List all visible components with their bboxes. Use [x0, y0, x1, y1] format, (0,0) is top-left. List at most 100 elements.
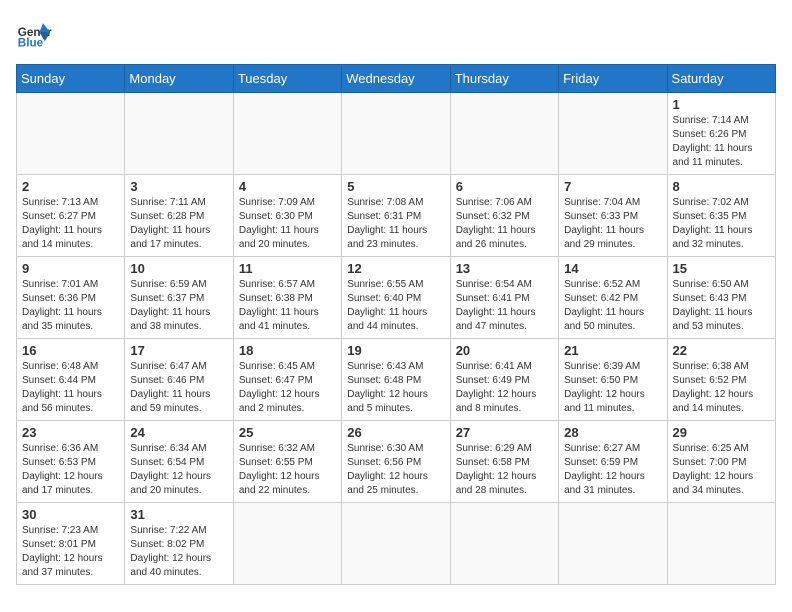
day-number: 24 — [130, 425, 227, 440]
day-content: Sunrise: 7:01 AM Sunset: 6:36 PM Dayligh… — [22, 278, 119, 334]
day-content: Sunrise: 6:57 AM Sunset: 6:38 PM Dayligh… — [239, 278, 336, 334]
calendar-cell: 4 Sunrise: 7:09 AM Sunset: 6:30 PM Daylig… — [233, 175, 341, 257]
weekday-header-saturday: Saturday — [667, 65, 775, 93]
calendar-cell: 6Sunrise: 7:06 AM Sunset: 6:32 PM Daylig… — [450, 175, 558, 257]
calendar-cell — [125, 93, 233, 175]
calendar-cell: 23Sunrise: 6:36 AM Sunset: 6:53 PM Dayli… — [17, 421, 125, 503]
calendar-cell — [667, 503, 775, 585]
calendar-week-row: 2 Sunrise: 7:13 AM Sunset: 6:27 PM Daylig… — [17, 175, 776, 257]
calendar-cell — [559, 93, 667, 175]
day-number: 2 — [22, 179, 119, 194]
day-number: 9 — [22, 261, 119, 276]
day-content: Sunrise: 6:41 AM Sunset: 6:49 PM Dayligh… — [456, 360, 553, 416]
day-number: 26 — [347, 425, 444, 440]
logo-icon: General Blue — [16, 16, 52, 52]
calendar-week-row: 30 Sunrise: 7:23 AM Sunset: 8:01 PM Dayli… — [17, 503, 776, 585]
day-content: Sunrise: 6:25 AM Sunset: 7:00 PM Dayligh… — [673, 442, 770, 498]
calendar-cell — [17, 93, 125, 175]
day-content: Sunrise: 6:52 AM Sunset: 6:42 PM Dayligh… — [564, 278, 661, 334]
day-number: 5 — [347, 179, 444, 194]
calendar-cell: 14 Sunrise: 6:52 AM Sunset: 6:42 PM Dayli… — [559, 257, 667, 339]
day-number: 22 — [673, 343, 770, 358]
calendar-cell: 20Sunrise: 6:41 AM Sunset: 6:49 PM Dayli… — [450, 339, 558, 421]
day-number: 18 — [239, 343, 336, 358]
day-content: Sunrise: 6:39 AM Sunset: 6:50 PM Dayligh… — [564, 360, 661, 416]
calendar-cell: 9 Sunrise: 7:01 AM Sunset: 6:36 PM Daylig… — [17, 257, 125, 339]
day-content: Sunrise: 7:13 AM Sunset: 6:27 PM Dayligh… — [22, 196, 119, 252]
calendar-cell: 16Sunrise: 6:48 AM Sunset: 6:44 PM Dayli… — [17, 339, 125, 421]
day-content: Sunrise: 6:45 AM Sunset: 6:47 PM Dayligh… — [239, 360, 336, 416]
day-content: Sunrise: 7:06 AM Sunset: 6:32 PM Dayligh… — [456, 196, 553, 252]
calendar-cell — [450, 93, 558, 175]
calendar-cell: 18 Sunrise: 6:45 AM Sunset: 6:47 PM Dayli… — [233, 339, 341, 421]
day-number: 13 — [456, 261, 553, 276]
calendar-cell: 12 Sunrise: 6:55 AM Sunset: 6:40 PM Dayli… — [342, 257, 450, 339]
weekday-header-tuesday: Tuesday — [233, 65, 341, 93]
day-content: Sunrise: 7:23 AM Sunset: 8:01 PM Dayligh… — [22, 524, 119, 580]
day-content: Sunrise: 6:43 AM Sunset: 6:48 PM Dayligh… — [347, 360, 444, 416]
weekday-header-wednesday: Wednesday — [342, 65, 450, 93]
calendar-cell — [342, 93, 450, 175]
day-number: 14 — [564, 261, 661, 276]
calendar-week-row: 1 Sunrise: 7:14 AM Sunset: 6:26 PM Daylig… — [17, 93, 776, 175]
calendar-cell: 29 Sunrise: 6:25 AM Sunset: 7:00 PM Dayli… — [667, 421, 775, 503]
calendar-cell: 8Sunrise: 7:02 AM Sunset: 6:35 PM Daylig… — [667, 175, 775, 257]
day-number: 30 — [22, 507, 119, 522]
calendar-cell: 13 Sunrise: 6:54 AM Sunset: 6:41 PM Dayli… — [450, 257, 558, 339]
logo: General Blue — [16, 16, 52, 52]
calendar-cell: 15 Sunrise: 6:50 AM Sunset: 6:43 PM Dayli… — [667, 257, 775, 339]
calendar-cell: 24Sunrise: 6:34 AM Sunset: 6:54 PM Dayli… — [125, 421, 233, 503]
calendar-cell: 1 Sunrise: 7:14 AM Sunset: 6:26 PM Daylig… — [667, 93, 775, 175]
day-number: 29 — [673, 425, 770, 440]
day-content: Sunrise: 6:32 AM Sunset: 6:55 PM Dayligh… — [239, 442, 336, 498]
calendar-cell: 28Sunrise: 6:27 AM Sunset: 6:59 PM Dayli… — [559, 421, 667, 503]
calendar-cell: 3 Sunrise: 7:11 AM Sunset: 6:28 PM Daylig… — [125, 175, 233, 257]
calendar-week-row: 16Sunrise: 6:48 AM Sunset: 6:44 PM Dayli… — [17, 339, 776, 421]
day-content: Sunrise: 7:09 AM Sunset: 6:30 PM Dayligh… — [239, 196, 336, 252]
day-number: 27 — [456, 425, 553, 440]
day-content: Sunrise: 6:50 AM Sunset: 6:43 PM Dayligh… — [673, 278, 770, 334]
page-header: General Blue — [16, 16, 776, 52]
day-content: Sunrise: 7:02 AM Sunset: 6:35 PM Dayligh… — [673, 196, 770, 252]
day-number: 25 — [239, 425, 336, 440]
calendar-cell: 22Sunrise: 6:38 AM Sunset: 6:52 PM Dayli… — [667, 339, 775, 421]
day-number: 15 — [673, 261, 770, 276]
day-content: Sunrise: 6:30 AM Sunset: 6:56 PM Dayligh… — [347, 442, 444, 498]
day-number: 1 — [673, 97, 770, 112]
calendar-cell — [559, 503, 667, 585]
day-content: Sunrise: 7:14 AM Sunset: 6:26 PM Dayligh… — [673, 114, 770, 170]
day-number: 10 — [130, 261, 227, 276]
calendar-cell: 7Sunrise: 7:04 AM Sunset: 6:33 PM Daylig… — [559, 175, 667, 257]
day-content: Sunrise: 7:22 AM Sunset: 8:02 PM Dayligh… — [130, 524, 227, 580]
day-content: Sunrise: 6:27 AM Sunset: 6:59 PM Dayligh… — [564, 442, 661, 498]
day-content: Sunrise: 6:54 AM Sunset: 6:41 PM Dayligh… — [456, 278, 553, 334]
calendar-cell: 21 Sunrise: 6:39 AM Sunset: 6:50 PM Dayli… — [559, 339, 667, 421]
calendar-cell — [450, 503, 558, 585]
day-content: Sunrise: 6:29 AM Sunset: 6:58 PM Dayligh… — [456, 442, 553, 498]
day-number: 17 — [130, 343, 227, 358]
day-content: Sunrise: 6:48 AM Sunset: 6:44 PM Dayligh… — [22, 360, 119, 416]
calendar-cell: 5Sunrise: 7:08 AM Sunset: 6:31 PM Daylig… — [342, 175, 450, 257]
calendar-cell: 11Sunrise: 6:57 AM Sunset: 6:38 PM Dayli… — [233, 257, 341, 339]
calendar-week-row: 9 Sunrise: 7:01 AM Sunset: 6:36 PM Daylig… — [17, 257, 776, 339]
calendar-cell — [233, 93, 341, 175]
weekday-header-thursday: Thursday — [450, 65, 558, 93]
calendar-cell: 25 Sunrise: 6:32 AM Sunset: 6:55 PM Dayli… — [233, 421, 341, 503]
day-number: 4 — [239, 179, 336, 194]
day-number: 21 — [564, 343, 661, 358]
calendar-cell: 31Sunrise: 7:22 AM Sunset: 8:02 PM Dayli… — [125, 503, 233, 585]
weekday-header-sunday: Sunday — [17, 65, 125, 93]
calendar-cell: 2 Sunrise: 7:13 AM Sunset: 6:27 PM Daylig… — [17, 175, 125, 257]
svg-text:Blue: Blue — [18, 37, 44, 50]
calendar-cell — [233, 503, 341, 585]
day-number: 12 — [347, 261, 444, 276]
weekday-header-friday: Friday — [559, 65, 667, 93]
day-number: 7 — [564, 179, 661, 194]
calendar-table: SundayMondayTuesdayWednesdayThursdayFrid… — [16, 64, 776, 585]
calendar-cell — [342, 503, 450, 585]
day-content: Sunrise: 6:55 AM Sunset: 6:40 PM Dayligh… — [347, 278, 444, 334]
day-content: Sunrise: 7:11 AM Sunset: 6:28 PM Dayligh… — [130, 196, 227, 252]
calendar-week-row: 23Sunrise: 6:36 AM Sunset: 6:53 PM Dayli… — [17, 421, 776, 503]
day-number: 3 — [130, 179, 227, 194]
day-content: Sunrise: 6:36 AM Sunset: 6:53 PM Dayligh… — [22, 442, 119, 498]
